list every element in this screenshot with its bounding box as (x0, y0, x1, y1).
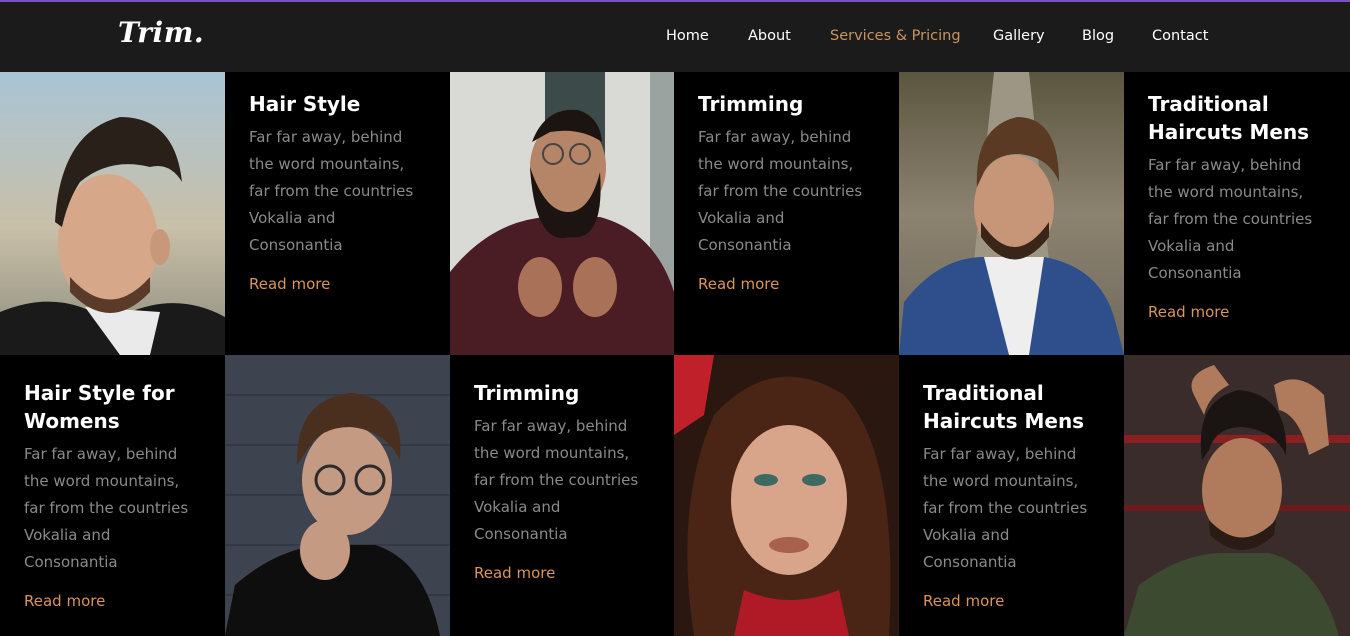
service-description: Far far away, behind the word mountains,… (249, 128, 414, 254)
service-card-traditional-haircuts: Traditional Haircuts Mens Far far away, … (1124, 72, 1350, 355)
read-more-link[interactable]: Read more (1148, 303, 1229, 321)
service-description: Far far away, behind the word mountains,… (698, 128, 863, 254)
photo-man-hands-in-hair (1124, 355, 1350, 636)
read-more-link[interactable]: Read more (923, 592, 1004, 610)
service-title: Trimming (698, 92, 804, 116)
service-title: Hair Style (249, 92, 361, 116)
photo-young-man-glasses (225, 355, 450, 636)
nav-gallery[interactable]: Gallery (993, 28, 1045, 44)
navbar: Trim. Home About Services & Pricing Gall… (0, 2, 1350, 72)
read-more-link[interactable]: Read more (698, 275, 779, 293)
read-more-link[interactable]: Read more (474, 564, 555, 582)
service-description: Far far away, behind the word mountains,… (24, 445, 189, 571)
nav-home[interactable]: Home (666, 28, 709, 44)
service-title: Traditional Haircuts Mens (1148, 92, 1310, 144)
service-description: Far far away, behind the word mountains,… (474, 417, 639, 543)
services-grid: Hair Style Far far away, behind the word… (0, 72, 1350, 636)
nav-services-pricing[interactable]: Services & Pricing (830, 28, 961, 44)
service-card-hair-style-womens: Hair Style for Womens Far far away, behi… (0, 355, 225, 636)
read-more-link[interactable]: Read more (24, 592, 105, 610)
nav-about[interactable]: About (748, 28, 791, 44)
photo-man-glasses-beard (450, 72, 674, 355)
service-description: Far far away, behind the word mountains,… (1148, 156, 1313, 282)
service-card-trimming: Trimming Far far away, behind the word m… (674, 72, 899, 355)
nav-contact[interactable]: Contact (1152, 28, 1208, 44)
photo-man-undercut (0, 72, 225, 355)
photo-woman-portrait (674, 355, 899, 636)
service-description: Far far away, behind the word mountains,… (923, 445, 1088, 571)
service-card-hair-style: Hair Style Far far away, behind the word… (225, 72, 450, 355)
service-title: Traditional Haircuts Mens (923, 381, 1085, 433)
service-title: Trimming (474, 381, 580, 405)
service-card-traditional-haircuts-2: Traditional Haircuts Mens Far far away, … (899, 355, 1124, 636)
read-more-link[interactable]: Read more (249, 275, 330, 293)
service-card-trimming-2: Trimming Far far away, behind the word m… (450, 355, 674, 636)
nav-blog[interactable]: Blog (1082, 28, 1114, 44)
brand-logo[interactable]: Trim. (118, 16, 204, 49)
photo-man-blue-blazer (899, 72, 1124, 355)
service-title: Hair Style for Womens (24, 381, 175, 433)
